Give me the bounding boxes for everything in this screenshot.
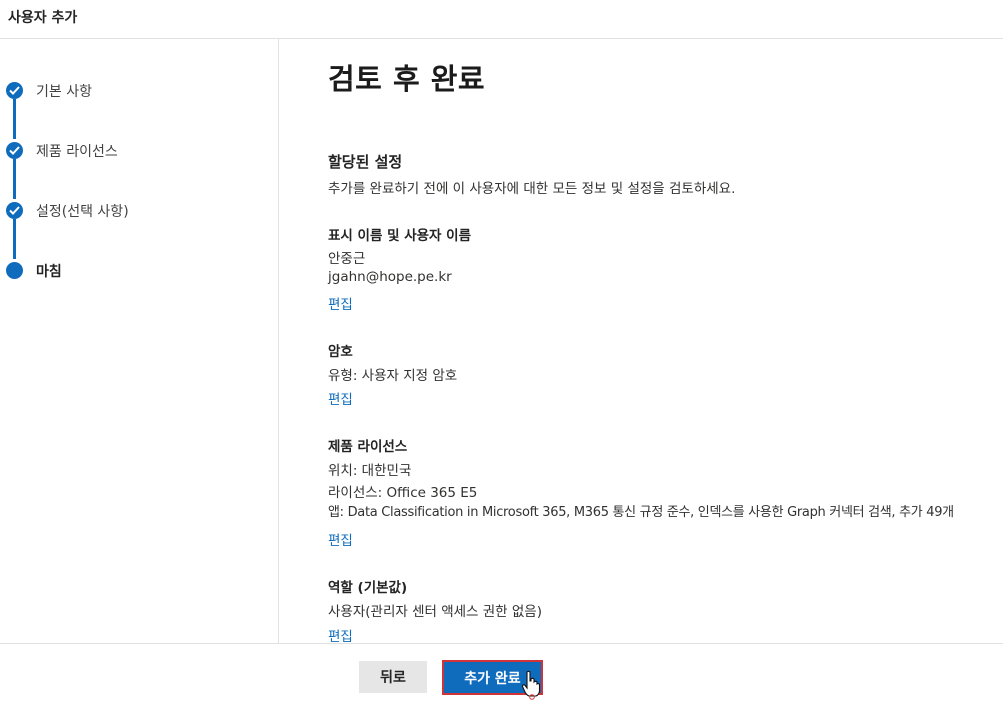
step-label: 기본 사항 xyxy=(36,84,92,100)
current-step-dot-icon xyxy=(6,262,23,279)
hand-pointer-icon xyxy=(522,670,540,700)
review-panel: 검토 후 완료 할당된 설정 추가를 완료하기 전에 이 사용자에 대한 모든 … xyxy=(280,39,1003,643)
checkmark-icon xyxy=(6,82,23,99)
edit-password-link[interactable]: 편집 xyxy=(328,388,353,408)
step-finish: 마침 xyxy=(0,260,270,284)
step-label: 마침 xyxy=(36,264,62,280)
display-name-value: 안중근 xyxy=(328,251,366,267)
name-section-heading: 표시 이름 및 사용자 이름 xyxy=(328,228,471,244)
edit-license-link[interactable]: 편집 xyxy=(328,529,353,549)
user-name-value: jgahn@hope.pe.kr xyxy=(328,269,452,285)
edit-name-link[interactable]: 편집 xyxy=(328,293,353,313)
checkmark-icon xyxy=(6,142,23,159)
assigned-settings-heading: 할당된 설정 xyxy=(328,153,403,171)
step-label: 제품 라이선스 xyxy=(36,144,118,160)
title-bar: 사용자 추가 xyxy=(0,0,1003,39)
step-optional-settings[interactable]: 설정(선택 사항) xyxy=(0,200,270,224)
checkmark-icon xyxy=(6,202,23,219)
step-connector xyxy=(13,219,16,259)
role-section-heading: 역할 (기본값) xyxy=(328,580,408,596)
edit-role-link[interactable]: 편집 xyxy=(328,625,353,643)
assigned-settings-description: 추가를 완료하기 전에 이 사용자에 대한 모든 정보 및 설정을 검토하세요. xyxy=(328,181,736,197)
password-type-value: 유형: 사용자 지정 암호 xyxy=(328,368,458,384)
window-title: 사용자 추가 xyxy=(8,10,78,26)
step-product-licenses[interactable]: 제품 라이선스 xyxy=(0,140,270,164)
step-connector xyxy=(13,159,16,199)
step-label: 설정(선택 사항) xyxy=(36,204,129,220)
license-apps-value: 앱: Data Classification in Microsoft 365,… xyxy=(328,505,954,520)
wizard-steps: 기본 사항 제품 라이선스 설정(선택 사항) 마침 xyxy=(0,39,279,643)
step-basics[interactable]: 기본 사항 xyxy=(0,80,270,104)
step-connector xyxy=(13,99,16,139)
page-title: 검토 후 완료 xyxy=(328,62,486,96)
license-location-value: 위치: 대한민국 xyxy=(328,463,412,479)
password-section-heading: 암호 xyxy=(328,344,353,360)
back-button[interactable]: 뒤로 xyxy=(359,661,427,693)
role-value: 사용자(관리자 센터 액세스 권한 없음) xyxy=(328,604,542,620)
license-name-value: 라이선스: Office 365 E5 xyxy=(328,485,478,501)
license-section-heading: 제품 라이선스 xyxy=(328,439,408,455)
footer-bar: 뒤로 추가 완료 xyxy=(0,643,1003,704)
